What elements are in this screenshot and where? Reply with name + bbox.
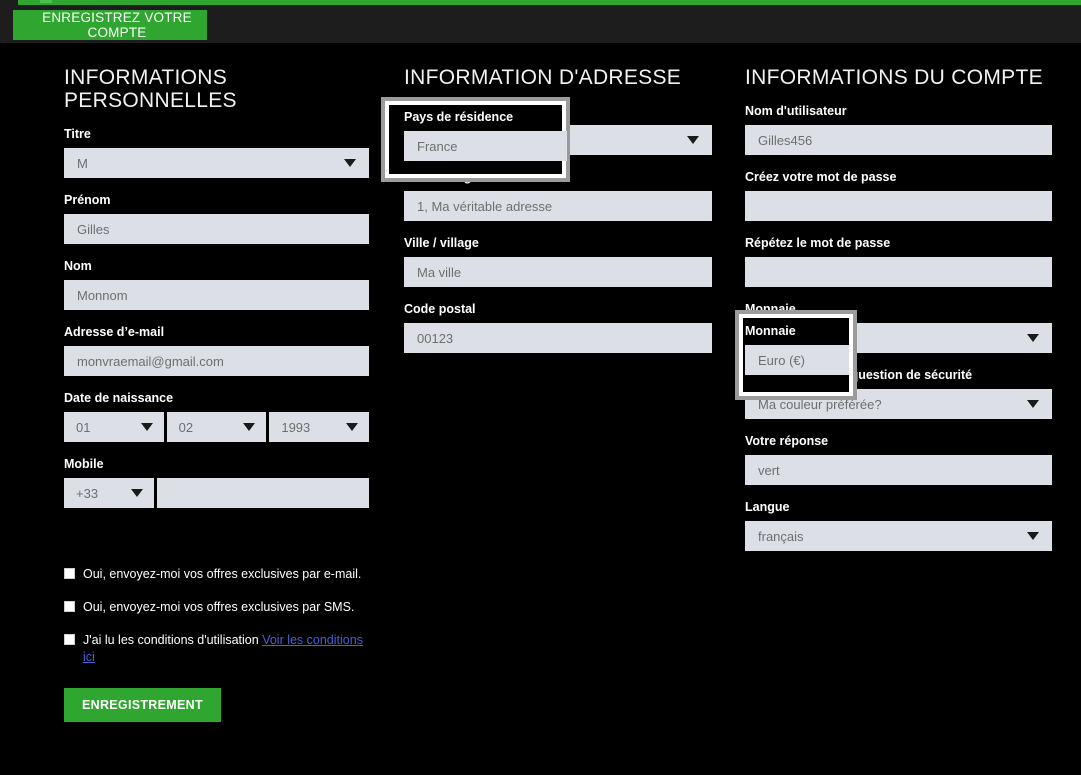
consent-email-checkbox[interactable] — [64, 568, 75, 579]
field-mobile: Mobile +33 — [64, 457, 369, 508]
registration-page: ENREGISTREZ VOTRE COMPTE INFORMATIONS PE… — [0, 0, 1081, 775]
adresse-ligne-1-input[interactable]: 1, Ma véritable adresse — [404, 191, 712, 221]
code-postal-label: Code postal — [404, 302, 476, 316]
mobile-country-code-value: +33 — [76, 485, 99, 501]
account-information-column: INFORMATIONS DU COMPTE Nom d'utilisateur… — [745, 43, 1052, 551]
consent-sms-checkbox[interactable] — [64, 601, 75, 612]
votre-reponse-label: Votre réponse — [745, 434, 829, 448]
consent-sms-row[interactable]: Oui, envoyez-moi vos offres exclusives p… — [64, 599, 369, 616]
header-bar: ENREGISTREZ VOTRE COMPTE — [0, 5, 1081, 43]
langue-label: Langue — [745, 500, 790, 514]
nom-utilisateur-label: Nom d'utilisateur — [745, 104, 847, 118]
chevron-down-icon — [243, 423, 256, 431]
ville-village-input[interactable]: Ma ville — [404, 257, 712, 287]
question-securite-value: Ma couleur préférée? — [758, 396, 882, 412]
chevron-down-icon — [140, 423, 153, 431]
submit-registration-button[interactable]: ENREGISTREMENT — [64, 688, 221, 722]
monnaie-label-highlighted: Monnaie — [745, 324, 796, 338]
titre-select[interactable]: M — [64, 148, 369, 178]
votre-reponse-input[interactable]: vert — [745, 455, 1052, 485]
consent-sms-label: Oui, envoyez-moi vos offres exclusives p… — [83, 600, 355, 614]
personal-information-heading: INFORMATIONS PERSONNELLES — [64, 66, 237, 112]
birth-month-value: 02 — [178, 419, 194, 435]
mobile-number-input[interactable] — [157, 478, 369, 508]
adresse-ligne-1-value: 1, Ma véritable adresse — [417, 198, 553, 214]
email-value: monvraemail@gmail.com — [77, 353, 224, 369]
consent-terms-text: J'ai lu les conditions d'utilisation — [83, 633, 263, 647]
repetez-mot-de-passe-label: Répétez le mot de passe — [745, 236, 891, 250]
consent-email-label: Oui, envoyez-moi vos offres exclusives p… — [83, 567, 362, 581]
field-ville-village: Ville / village Ma ville — [404, 236, 712, 287]
mobile-row: +33 — [64, 478, 369, 508]
repetez-mot-de-passe-input[interactable] — [745, 257, 1052, 287]
mot-de-passe-label: Créez votre mot de passe — [745, 170, 897, 184]
code-postal-value: 00123 — [417, 330, 454, 346]
votre-reponse-value: vert — [758, 462, 780, 478]
field-nom: Nom Monnom — [64, 259, 369, 310]
consent-terms-checkbox[interactable] — [64, 634, 75, 645]
birth-day-value: 01 — [76, 419, 91, 435]
field-langue: Langue français — [745, 500, 1052, 551]
langue-value: français — [758, 528, 804, 544]
birth-month-select[interactable]: 02 — [166, 412, 267, 442]
email-input[interactable]: monvraemail@gmail.com — [64, 346, 369, 376]
address-information-column: INFORMATION D'ADRESSE Pays de résidence … — [404, 43, 712, 353]
country-highlight-content: Pays de résidence France — [404, 110, 567, 161]
chevron-down-icon — [1027, 532, 1039, 540]
chevron-down-icon — [346, 423, 359, 431]
ville-village-value: Ma ville — [417, 264, 462, 280]
address-information-heading: INFORMATION D'ADRESSE — [404, 66, 682, 89]
field-votre-reponse: Votre réponse vert — [745, 434, 1052, 485]
nom-input[interactable]: Monnom — [64, 280, 369, 310]
pays-de-residence-label-highlighted: Pays de résidence — [404, 110, 514, 124]
field-titre: Titre M — [64, 127, 369, 178]
mobile-country-code-select[interactable]: +33 — [64, 478, 154, 508]
chevron-down-icon — [344, 159, 356, 167]
account-information-heading: INFORMATIONS DU COMPTE — [745, 66, 1043, 89]
chevron-down-icon — [1027, 334, 1039, 342]
field-prenom: Prénom Gilles — [64, 193, 369, 244]
field-date-de-naissance: Date de naissance 01 02 1993 — [64, 391, 370, 442]
nom-value: Monnom — [77, 287, 128, 303]
nom-utilisateur-input[interactable]: Gilles456 — [745, 125, 1052, 155]
birth-day-select[interactable]: 01 — [64, 412, 164, 442]
birth-year-value: 1993 — [281, 419, 311, 435]
field-repetez-mot-de-passe: Répétez le mot de passe — [745, 236, 1052, 287]
mobile-label: Mobile — [64, 457, 104, 471]
ville-village-label: Ville / village — [404, 236, 479, 250]
consent-terms-row[interactable]: J'ai lu les conditions d'utilisation Voi… — [64, 632, 369, 666]
consents-block: Oui, envoyez-moi vos offres exclusives p… — [64, 566, 369, 722]
code-postal-input[interactable]: 00123 — [404, 323, 712, 353]
nom-label: Nom — [64, 259, 92, 273]
top-strip-accent-block — [40, 0, 52, 3]
date-de-naissance-label: Date de naissance — [64, 391, 174, 405]
prenom-value: Gilles — [77, 221, 110, 237]
birth-year-select[interactable]: 1993 — [269, 412, 370, 442]
chevron-down-icon — [131, 489, 143, 497]
chevron-down-icon — [687, 136, 699, 144]
personal-information-column: INFORMATIONS PERSONNELLES Titre M Prénom… — [64, 43, 370, 722]
nom-utilisateur-value: Gilles456 — [758, 132, 813, 148]
chevron-down-icon — [1027, 400, 1039, 408]
register-account-cta-button[interactable]: ENREGISTREZ VOTRE COMPTE — [13, 10, 207, 40]
prenom-input[interactable]: Gilles — [64, 214, 369, 244]
field-email: Adresse d’e-mail monvraemail@gmail.com — [64, 325, 369, 376]
consent-email-row[interactable]: Oui, envoyez-moi vos offres exclusives p… — [64, 566, 369, 583]
titre-label: Titre — [64, 127, 91, 141]
email-label: Adresse d’e-mail — [64, 325, 165, 339]
langue-select[interactable]: français — [745, 521, 1052, 551]
consent-terms-label: J'ai lu les conditions d'utilisation Voi… — [83, 632, 369, 666]
pays-de-residence-value-highlighted: France — [417, 138, 458, 154]
pays-de-residence-select-highlighted[interactable]: France — [404, 131, 567, 161]
date-of-birth-row: 01 02 1993 — [64, 412, 370, 442]
monnaie-value-highlighted: Euro (€) — [758, 352, 805, 368]
field-code-postal: Code postal 00123 — [404, 302, 712, 353]
prenom-label: Prénom — [64, 193, 111, 207]
field-nom-utilisateur: Nom d'utilisateur Gilles456 — [745, 104, 1052, 155]
monnaie-select-highlighted[interactable]: Euro (€) — [745, 345, 849, 375]
mot-de-passe-input[interactable] — [745, 191, 1052, 221]
titre-value: M — [77, 155, 88, 171]
currency-highlight-content: Monnaie Euro (€) — [745, 324, 849, 375]
field-mot-de-passe: Créez votre mot de passe — [745, 170, 1052, 221]
